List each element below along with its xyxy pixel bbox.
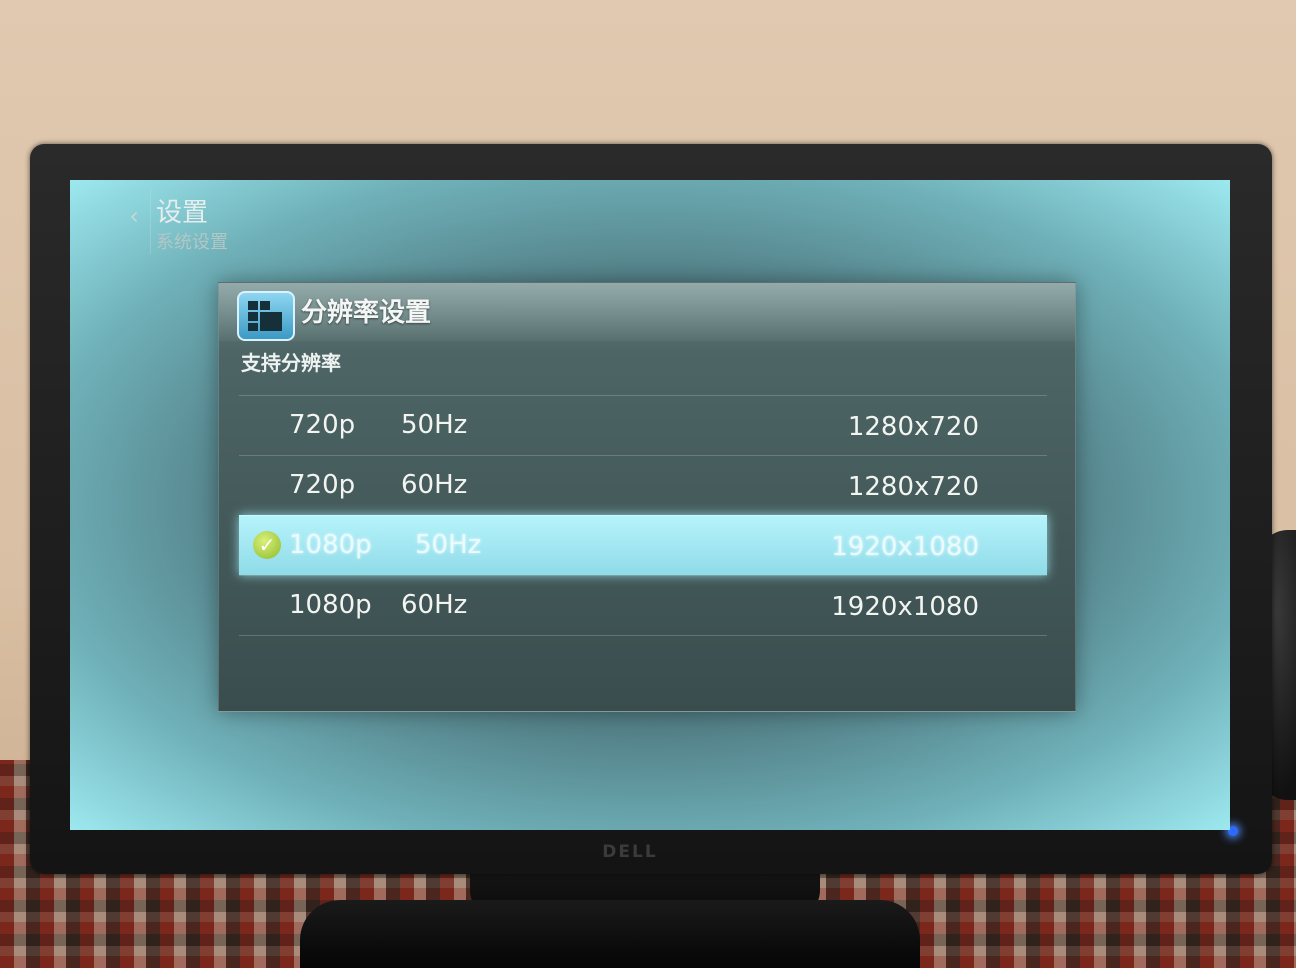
panel-header: 分辨率设置 [219, 283, 1075, 341]
resolution-option-selected[interactable]: ✓ 1080p 50Hz 1920x1080 [239, 515, 1047, 575]
page-subtitle: 系统设置 [156, 232, 228, 253]
resolution-label: 1080p [289, 530, 372, 560]
section-label: 支持分辨率 [241, 351, 341, 375]
monitor-stand-base [300, 900, 920, 968]
refresh-rate-label: 60Hz [401, 590, 468, 620]
tv-screen: ‹ 设置 系统设置 分辨率设置 支持分辨率 720p 50Hz 1280x720 [70, 180, 1230, 830]
monitor-brand-logo: DELL [602, 842, 658, 862]
refresh-rate-label: 60Hz [401, 470, 468, 500]
dimensions-label: 1920x1080 [831, 532, 979, 562]
resolution-option[interactable]: 1080p 60Hz 1920x1080 [239, 575, 1047, 635]
resolution-label: 720p [289, 410, 356, 440]
chevron-left-icon[interactable]: ‹ [124, 204, 144, 228]
dimensions-label: 1280x720 [847, 472, 979, 502]
page-title: 设置 [156, 198, 209, 228]
refresh-rate-label: 50Hz [401, 410, 468, 440]
resolution-option[interactable]: 720p 60Hz 1280x720 [239, 455, 1047, 515]
resolution-label: 720p [289, 470, 356, 500]
nav-divider [150, 188, 151, 254]
check-icon: ✓ [253, 531, 281, 559]
dimensions-label: 1280x720 [847, 412, 979, 442]
resolution-list: 720p 50Hz 1280x720 720p 60Hz 1280x720 ✓ … [239, 395, 1047, 637]
resolution-option[interactable]: 720p 50Hz 1280x720 [239, 395, 1047, 455]
list-divider [239, 635, 1047, 637]
resolution-label: 1080p [289, 590, 372, 620]
panel-title: 分辨率设置 [301, 298, 432, 328]
resolution-panel: 分辨率设置 支持分辨率 720p 50Hz 1280x720 720p 60Hz… [218, 282, 1076, 712]
refresh-rate-label: 50Hz [415, 530, 482, 560]
resolution-grid-icon [237, 291, 295, 341]
dimensions-label: 1920x1080 [831, 592, 979, 622]
